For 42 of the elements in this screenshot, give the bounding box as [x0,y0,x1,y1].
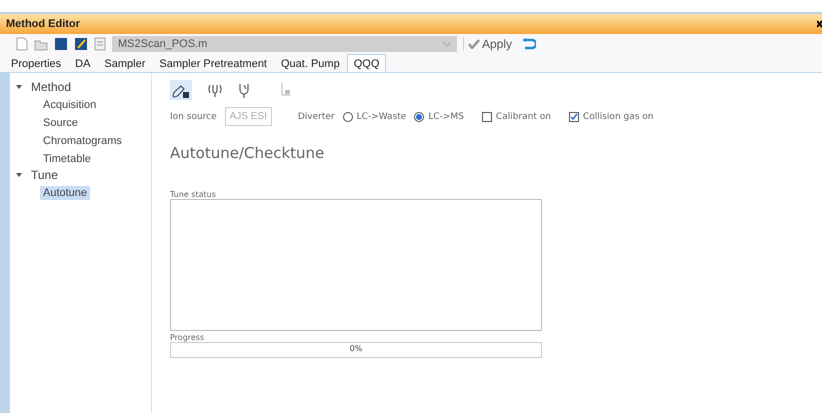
tab[interactable]: Sampler [97,54,152,72]
tree-item[interactable]: Timetable [40,152,94,166]
save-icon[interactable] [54,37,68,51]
ion-source-label: Ion source [170,112,217,122]
tree-item[interactable]: Method [28,79,74,95]
section-heading: Autotune/Checktune [170,144,326,162]
checkmark-icon [468,39,480,49]
save-as-icon[interactable] [74,37,88,51]
tuning-fork-icon[interactable] [238,82,250,98]
tab[interactable]: QQQ [346,54,386,72]
tree-item[interactable]: Acquisition [40,98,100,112]
checkbox-label: Collision gas on [582,112,654,122]
tab[interactable]: Sampler Pretreatment [152,54,274,72]
window-title: Method Editor [6,18,80,30]
dropdown-caret-icon [443,42,451,46]
progress-label: Progress [170,333,206,342]
tree-item[interactable]: Tune [28,167,61,183]
tree-item[interactable]: Autotune [40,186,90,200]
apply-button[interactable]: Apply [463,37,516,51]
method-file-combo[interactable]: MS2Scan_POS.m [112,36,457,52]
locked-tool-icon[interactable] [170,80,192,100]
tree-item[interactable]: Source [40,116,81,130]
radio-button[interactable] [342,112,353,122]
progress-reading: 0% [350,344,362,353]
checkbox[interactable] [482,112,492,122]
checkbox-label: Calibrant on [496,112,551,122]
tab[interactable]: Properties [4,54,68,72]
radio-button[interactable] [414,112,424,122]
undo-icon[interactable] [522,38,536,50]
diverter-label: Diverter [298,112,335,122]
signal-tuning-fork-icon[interactable] [206,82,224,98]
tune-status-label: Tune status [170,190,217,199]
radio-label: LC->MS [428,112,464,122]
expanded-arrow-icon[interactable] [16,172,22,178]
tree-item[interactable]: Chromatograms [40,134,125,148]
disabled-valve-icon [280,82,292,98]
radio-label: LC->Waste [356,112,406,122]
close-icon[interactable] [817,20,822,28]
checkbox[interactable] [568,112,579,122]
tab[interactable]: DA [68,54,98,72]
expanded-arrow-icon[interactable] [16,84,22,90]
tab[interactable]: Quat. Pump [274,54,347,72]
